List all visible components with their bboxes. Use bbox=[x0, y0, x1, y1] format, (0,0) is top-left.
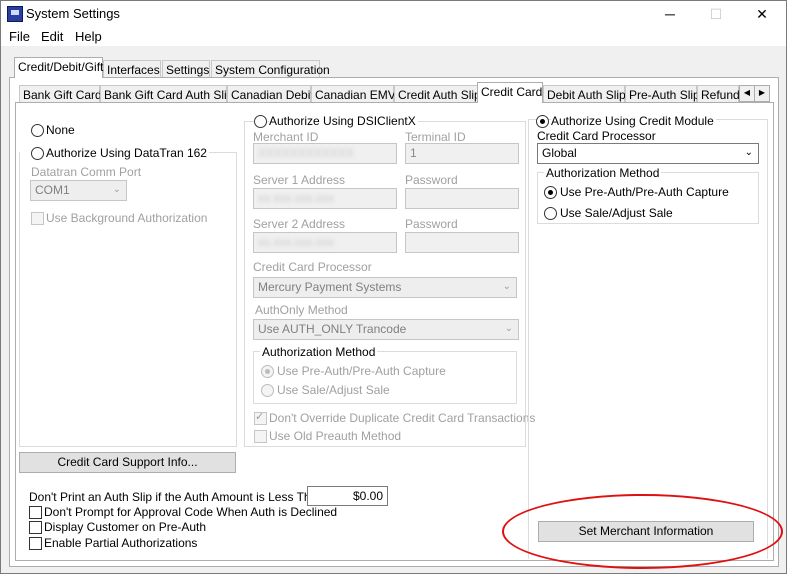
dsi-preauth-radio[interactable] bbox=[261, 365, 274, 378]
tab-settings[interactable]: Settings bbox=[162, 60, 210, 78]
module-left-border bbox=[528, 119, 529, 559]
password1-field[interactable] bbox=[405, 188, 519, 209]
dsi-auth-method-title: Authorization Method bbox=[260, 345, 378, 359]
settings-window: System Settings ─ ☐ ✕ File Edit Help Cre… bbox=[0, 0, 787, 574]
module-sale-label: Use Sale/Adjust Sale bbox=[560, 206, 673, 220]
chevron-down-icon: ⌄ bbox=[744, 147, 753, 158]
merchant-id-field[interactable]: XXXXXXXXXXXX bbox=[253, 143, 397, 164]
server2-field[interactable]: xx.xxx.xxx.xxx bbox=[253, 232, 397, 253]
none-label: None bbox=[46, 123, 75, 137]
tab-credit-debit-gift[interactable]: Credit/Debit/Gift bbox=[14, 57, 103, 78]
terminal-id-field[interactable]: 1 bbox=[405, 143, 519, 164]
no-override-checkbox[interactable] bbox=[254, 410, 267, 425]
tab-refund[interactable]: Refund bbox=[697, 85, 740, 103]
datatran-radio[interactable] bbox=[31, 147, 44, 160]
tab-system-configuration[interactable]: System Configuration bbox=[211, 60, 330, 78]
chevron-down-icon: ⌄ bbox=[502, 281, 511, 292]
auth-slip-threshold-input[interactable]: $0.00 bbox=[307, 486, 388, 506]
tab-bank-gift-card-auth-slip[interactable]: Bank Gift Card Auth Slip bbox=[100, 85, 233, 103]
no-prompt-approval-label: Don't Prompt for Approval Code When Auth… bbox=[44, 505, 338, 519]
left-group-right-border bbox=[236, 152, 237, 446]
dsi-processor-select[interactable]: Mercury Payment Systems ⌄ bbox=[253, 277, 517, 298]
tab-bank-gift-card[interactable]: Bank Gift Card bbox=[19, 85, 102, 103]
merchant-id-label: Merchant ID bbox=[253, 130, 319, 144]
menu-help[interactable]: Help bbox=[75, 29, 102, 44]
tab-debit-auth-slip[interactable]: Debit Auth Slip bbox=[543, 85, 626, 103]
password2-field[interactable] bbox=[405, 232, 519, 253]
server1-field[interactable]: xx.xxx.xxx.xxx bbox=[253, 188, 397, 209]
left-group-bottom-border bbox=[19, 446, 237, 447]
no-prompt-approval-checkbox[interactable] bbox=[29, 506, 42, 519]
auth-slip-threshold-label: Don't Print an Auth Slip if the Auth Amo… bbox=[29, 490, 324, 504]
dsi-label: Authorize Using DSIClientX bbox=[269, 114, 418, 128]
dsi-sale-label: Use Sale/Adjust Sale bbox=[277, 383, 390, 397]
authonly-value: Use AUTH_ONLY Trancode bbox=[258, 322, 407, 336]
annotation-ellipse bbox=[502, 494, 783, 569]
app-icon bbox=[7, 6, 23, 22]
window-title: System Settings bbox=[26, 6, 120, 21]
dsi-radio[interactable] bbox=[254, 115, 267, 128]
module-processor-value: Global bbox=[542, 146, 577, 160]
module-auth-method-title: Authorization Method bbox=[544, 166, 662, 180]
old-preauth-checkbox[interactable] bbox=[254, 430, 267, 443]
comm-port-label: Datatran Comm Port bbox=[31, 165, 142, 179]
password2-label: Password bbox=[405, 217, 458, 231]
background-auth-label: Use Background Authorization bbox=[46, 211, 208, 225]
partial-auth-checkbox[interactable] bbox=[29, 537, 42, 550]
credit-module-radio[interactable] bbox=[536, 115, 549, 128]
module-processor-label: Credit Card Processor bbox=[537, 129, 656, 143]
display-customer-label: Display Customer on Pre-Auth bbox=[44, 520, 207, 534]
tab-pre-auth-slip[interactable]: Pre-Auth Slip bbox=[625, 85, 700, 103]
minimize-button[interactable]: ─ bbox=[647, 1, 693, 27]
dsi-sale-radio[interactable] bbox=[261, 384, 274, 397]
module-sale-radio[interactable] bbox=[544, 207, 557, 220]
authonly-select[interactable]: Use AUTH_ONLY Trancode ⌄ bbox=[253, 319, 519, 340]
server1-value: xx.xxx.xxx.xxx bbox=[258, 191, 335, 205]
chevron-down-icon: ⌄ bbox=[504, 323, 513, 334]
module-preauth-radio[interactable] bbox=[544, 186, 557, 199]
dsi-processor-value: Mercury Payment Systems bbox=[258, 280, 402, 294]
module-processor-select[interactable]: Global ⌄ bbox=[537, 143, 759, 164]
no-override-label: Don't Override Duplicate Credit Card Tra… bbox=[269, 411, 536, 425]
authonly-label: AuthOnly Method bbox=[255, 303, 348, 317]
datatran-label: Authorize Using DataTran 162 bbox=[46, 146, 209, 160]
background-auth-checkbox[interactable] bbox=[31, 212, 44, 225]
tab-interfaces[interactable]: Interfaces bbox=[103, 60, 161, 78]
menu-bar: File Edit Help bbox=[1, 27, 786, 46]
credit-module-label: Authorize Using Credit Module bbox=[551, 114, 716, 128]
close-button[interactable]: ✕ bbox=[739, 1, 785, 27]
tab-scroll-right-icon[interactable]: ▶ bbox=[754, 85, 770, 102]
left-group-left-border bbox=[19, 152, 20, 446]
terminal-id-label: Terminal ID bbox=[405, 130, 466, 144]
title-bar: System Settings ─ ☐ ✕ bbox=[1, 1, 786, 27]
credit-card-support-info-button[interactable]: Credit Card Support Info... bbox=[19, 452, 236, 473]
chevron-down-icon: ⌄ bbox=[112, 184, 121, 195]
old-preauth-label: Use Old Preauth Method bbox=[269, 429, 402, 443]
password1-label: Password bbox=[405, 173, 458, 187]
menu-edit[interactable]: Edit bbox=[41, 29, 63, 44]
tab-canadian-debit[interactable]: Canadian Debit bbox=[227, 85, 314, 103]
server1-label: Server 1 Address bbox=[253, 173, 346, 187]
dsi-processor-label: Credit Card Processor bbox=[253, 260, 372, 274]
display-customer-checkbox[interactable] bbox=[29, 521, 42, 534]
comm-port-select[interactable]: COM1 ⌄ bbox=[30, 180, 127, 201]
maximize-button[interactable]: ☐ bbox=[693, 1, 739, 27]
tab-credit-auth-slip[interactable]: Credit Auth Slip bbox=[394, 85, 481, 103]
tab-scroll-left-icon[interactable]: ◀ bbox=[739, 85, 755, 102]
menu-file[interactable]: File bbox=[9, 29, 30, 44]
merchant-id-value: XXXXXXXXXXXX bbox=[258, 146, 355, 160]
module-right-border bbox=[767, 119, 768, 559]
tab-canadian-emv[interactable]: Canadian EMV bbox=[311, 85, 396, 103]
comm-port-value: COM1 bbox=[35, 183, 70, 197]
server2-value: xx.xxx.xxx.xxx bbox=[258, 235, 335, 249]
tab-credit-card[interactable]: Credit Card bbox=[477, 82, 543, 103]
dsi-preauth-label: Use Pre-Auth/Pre-Auth Capture bbox=[277, 364, 446, 378]
server2-label: Server 2 Address bbox=[253, 217, 346, 231]
partial-auth-label: Enable Partial Authorizations bbox=[44, 536, 198, 550]
none-radio[interactable] bbox=[31, 124, 44, 137]
module-preauth-label: Use Pre-Auth/Pre-Auth Capture bbox=[560, 185, 729, 199]
